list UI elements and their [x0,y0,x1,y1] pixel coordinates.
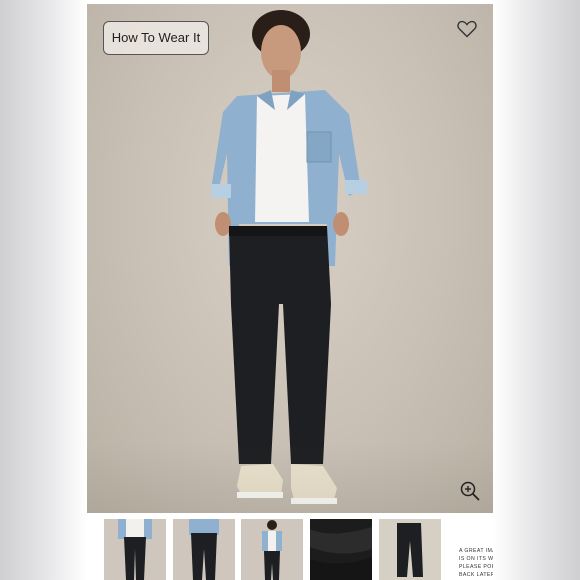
thumbnail-styled-view[interactable] [241,519,303,580]
thumbnail-fabric-icon [310,527,372,580]
notice-line: IS ON ITS WA [459,556,493,562]
thumbnail-strip: A GREAT IMA IS ON ITS WA PLEASE POP BACK… [87,516,493,580]
how-to-wear-button[interactable]: How To Wear It [103,21,209,55]
thumbnail-pants-icon [397,523,423,577]
thumbnail-fabric-closeup[interactable] [310,519,372,580]
floor-shadow [87,443,493,513]
thumbnail-back-view[interactable] [173,519,235,580]
thumbnail-placeholder[interactable]: A GREAT IMA IS ON ITS WA PLEASE POP BACK… [447,519,493,580]
heart-icon[interactable] [457,20,477,38]
thumbnail-model-icon [189,519,219,580]
model-photo [211,10,367,504]
thumbnail-front-view[interactable] [104,519,166,580]
notice-line: A GREAT IMA [459,548,493,554]
thumbnail-model-icon [262,520,282,580]
image-pending-notice: A GREAT IMA IS ON ITS WA PLEASE POP BACK… [459,547,493,579]
main-product-image[interactable]: How To Wear It [87,4,493,513]
zoom-in-icon[interactable] [459,480,481,502]
thumbnail-model-icon [118,519,152,580]
notice-line: BACK LATER [459,572,493,578]
thumbnail-flat-lay[interactable] [379,519,441,580]
notice-line: PLEASE POP [459,564,493,570]
